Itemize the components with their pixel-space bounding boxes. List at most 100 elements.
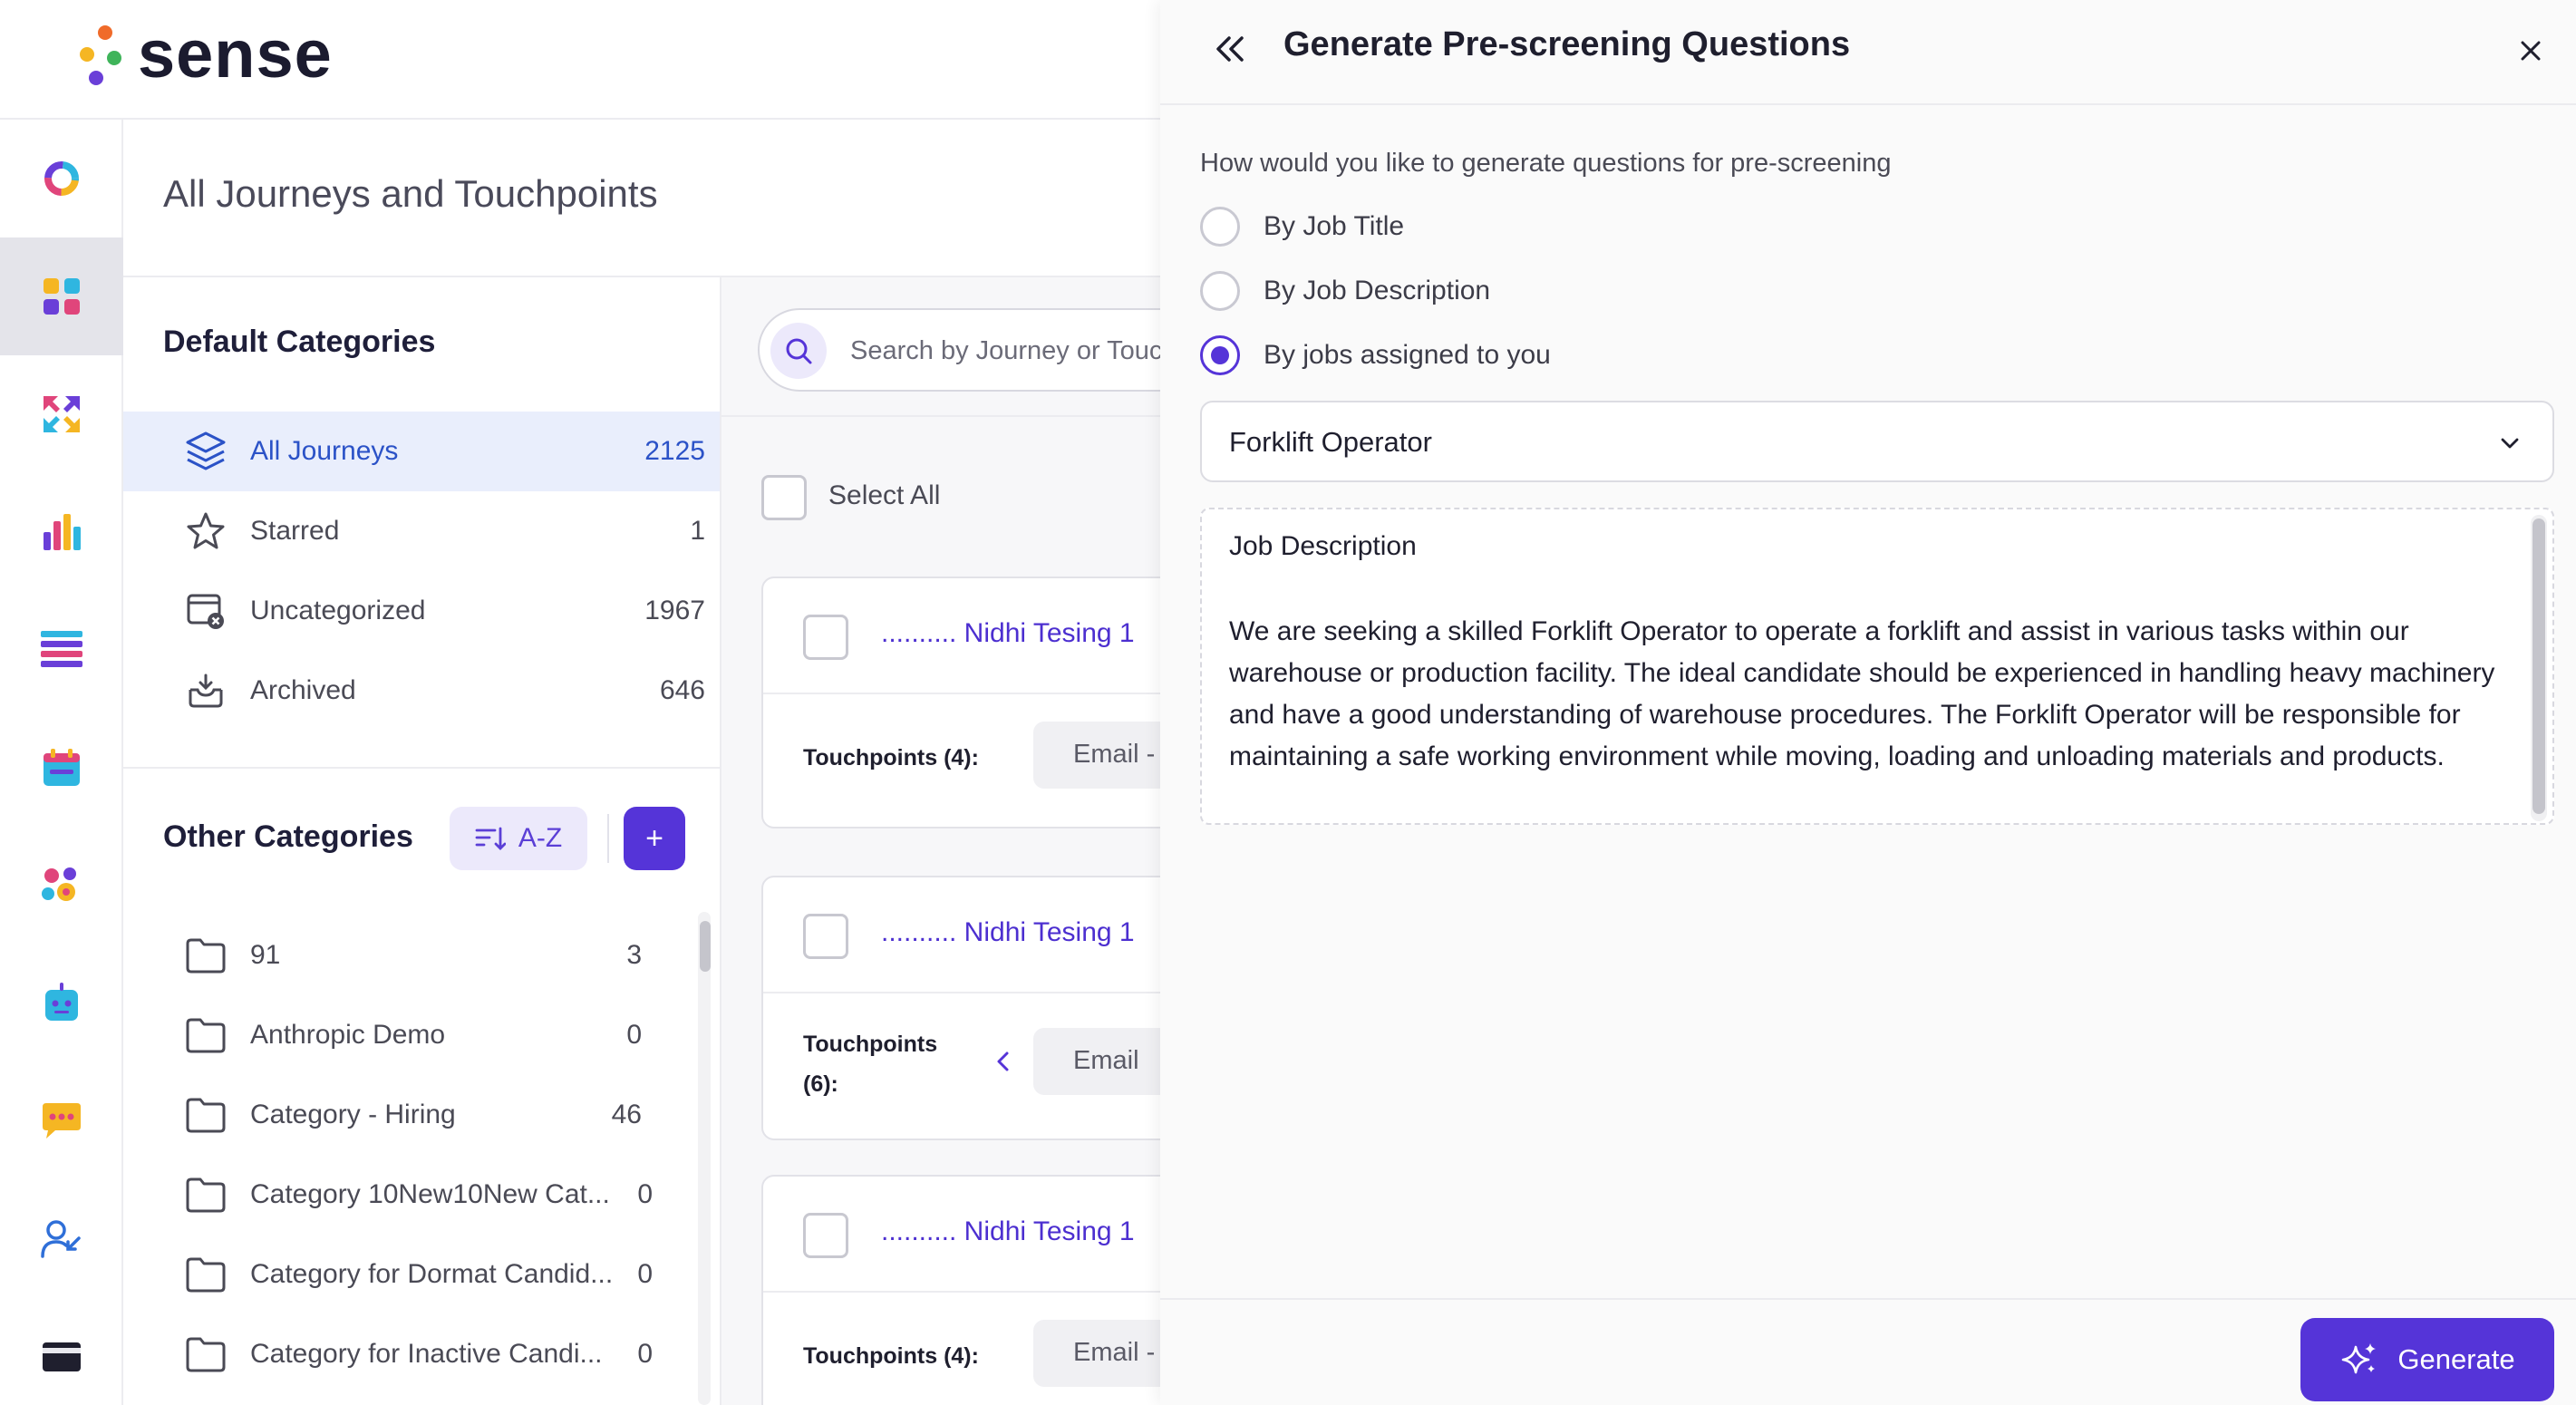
category-item[interactable]: Category - Hiring 46 — [123, 1075, 685, 1155]
option-by-job-description[interactable]: By Job Description — [1200, 271, 1490, 311]
category-label: All Journeys — [250, 436, 399, 466]
journey-card[interactable]: .......... Nidhi Tesing 1 Touchpoints (4… — [761, 577, 1160, 828]
touchpoints-label: Touchpoints (4): — [803, 745, 979, 770]
app-logo[interactable]: sense — [78, 20, 333, 89]
category-count: 46 — [611, 1100, 642, 1129]
category-uncategorized[interactable]: Uncategorized 1967 — [123, 571, 720, 651]
job-description-heading: Job Description — [1229, 531, 1417, 561]
category-item[interactable]: Anthropic Demo 0 — [123, 995, 685, 1075]
radio-label: By Job Title — [1264, 211, 1405, 241]
rail-analytics[interactable] — [0, 473, 123, 591]
calendar-icon — [44, 749, 80, 786]
collapse-drawer-button[interactable] — [1204, 22, 1258, 76]
category-count: 1967 — [644, 596, 705, 625]
user-arrow-icon — [41, 1220, 81, 1258]
categories-panel: Default Categories All Journeys 2125 Sta… — [123, 277, 721, 1405]
journey-search[interactable] — [758, 308, 1160, 392]
generate-label: Generate — [2397, 1343, 2515, 1375]
add-category-button[interactable]: + — [624, 807, 685, 870]
journey-checkbox[interactable] — [803, 1213, 848, 1258]
sort-icon — [475, 827, 506, 850]
generate-button[interactable]: Generate — [2300, 1318, 2554, 1401]
journey-card[interactable]: .......... Nidhi Tesing 1 Touchpoints (4… — [761, 1175, 1160, 1405]
job-description-text[interactable]: We are seeking a skilled Forklift Operat… — [1229, 611, 2507, 778]
journey-card-header: .......... Nidhi Tesing 1 — [763, 1177, 1160, 1293]
rail-dashboard[interactable] — [0, 120, 123, 237]
category-count: 0 — [637, 1179, 653, 1209]
category-count: 2125 — [644, 436, 705, 466]
job-select-dropdown[interactable]: Forklift Operator — [1200, 401, 2554, 482]
app-name: sense — [138, 16, 333, 92]
job-description-box[interactable]: Job Description We are seeking a skilled… — [1200, 508, 2554, 825]
rail-candidates[interactable] — [0, 1180, 123, 1298]
radio-button-selected[interactable] — [1200, 335, 1240, 375]
category-label: Category 10New10New Cat... — [250, 1179, 610, 1209]
sort-label: A-Z — [518, 823, 563, 853]
category-item[interactable]: 91 3 — [123, 916, 685, 995]
category-count: 0 — [637, 1259, 653, 1289]
journeys-list: Select All .......... Nidhi Tesing 1 Tou… — [721, 277, 1160, 1405]
category-all-journeys[interactable]: All Journeys 2125 — [123, 412, 720, 491]
rail-integrations[interactable] — [0, 827, 123, 945]
category-item[interactable]: Category for Dormat Candid... 0 — [123, 1235, 685, 1314]
touchpoint-chip[interactable]: Email — [1033, 1028, 1160, 1095]
select-all-checkbox[interactable] — [761, 475, 807, 520]
category-item[interactable]: Category 10New10New Cat... 0 — [123, 1155, 685, 1235]
card-icon — [43, 1342, 81, 1371]
journey-checkbox[interactable] — [803, 914, 848, 959]
category-archived[interactable]: Archived 646 — [123, 651, 720, 731]
journey-card[interactable]: .......... Nidhi Tesing 1 Touchpoints (6… — [761, 876, 1160, 1140]
divider — [721, 415, 1160, 417]
other-categories-heading: Other Categories — [163, 819, 413, 854]
journey-card-header: .......... Nidhi Tesing 1 — [763, 578, 1160, 694]
option-by-assigned-jobs[interactable]: By jobs assigned to you — [1200, 335, 1551, 375]
divider — [123, 767, 720, 769]
top-bar: sense — [0, 0, 1160, 120]
rail-workflows[interactable] — [0, 355, 123, 473]
categories-scrollbar[interactable] — [698, 912, 711, 1405]
chat-bubble-icon — [43, 1103, 81, 1139]
folder-icon — [183, 1013, 228, 1058]
touchpoint-chip[interactable]: Email - — [1033, 722, 1160, 789]
journey-card-header: .......... Nidhi Tesing 1 — [763, 877, 1160, 993]
close-drawer-button[interactable] — [2503, 24, 2558, 78]
category-label: 91 — [250, 940, 281, 970]
radio-button[interactable] — [1200, 271, 1240, 311]
close-icon — [2521, 41, 2541, 61]
journey-title[interactable]: .......... Nidhi Tesing 1 — [881, 917, 1135, 948]
selected-job: Forklift Operator — [1229, 426, 1432, 458]
category-label: Starred — [250, 516, 340, 546]
logo-mark-icon — [78, 20, 127, 89]
ring-chart-icon — [44, 161, 79, 196]
sort-az-button[interactable]: A-Z — [450, 807, 587, 870]
category-count: 1 — [690, 516, 705, 546]
journey-title[interactable]: .......... Nidhi Tesing 1 — [881, 1216, 1135, 1247]
radio-button[interactable] — [1200, 207, 1240, 247]
rail-calendar[interactable] — [0, 709, 123, 827]
categories-scroll-thumb[interactable] — [700, 921, 711, 972]
chevron-left-icon[interactable] — [990, 1048, 1017, 1075]
list-icon — [41, 631, 82, 667]
rail-billing[interactable] — [0, 1298, 123, 1405]
star-icon — [183, 509, 228, 554]
rail-journeys[interactable] — [0, 237, 123, 355]
option-by-job-title[interactable]: By Job Title — [1200, 207, 1404, 247]
rail-bot[interactable] — [0, 945, 123, 1062]
bot-icon — [45, 983, 78, 1021]
journey-checkbox[interactable] — [803, 615, 848, 660]
category-starred[interactable]: Starred 1 — [123, 491, 720, 571]
grid-apps-icon — [44, 278, 80, 315]
rail-lists[interactable] — [0, 591, 123, 709]
search-input[interactable] — [850, 328, 1160, 373]
touchpoints-label: Touchpoints (6): — [803, 1032, 938, 1097]
job-description-scroll-thumb[interactable] — [2532, 518, 2545, 814]
layers-icon — [183, 429, 228, 474]
journey-title[interactable]: .......... Nidhi Tesing 1 — [881, 618, 1135, 649]
folder-icon — [183, 1332, 228, 1377]
category-count: 0 — [626, 1020, 642, 1050]
rail-messaging[interactable] — [0, 1062, 123, 1180]
touchpoint-chip[interactable]: Email - — [1033, 1320, 1160, 1387]
uncategorized-icon — [183, 588, 228, 634]
category-item[interactable]: Category for Inactive Candi... 0 — [123, 1314, 685, 1394]
icon-rail — [0, 120, 123, 1405]
